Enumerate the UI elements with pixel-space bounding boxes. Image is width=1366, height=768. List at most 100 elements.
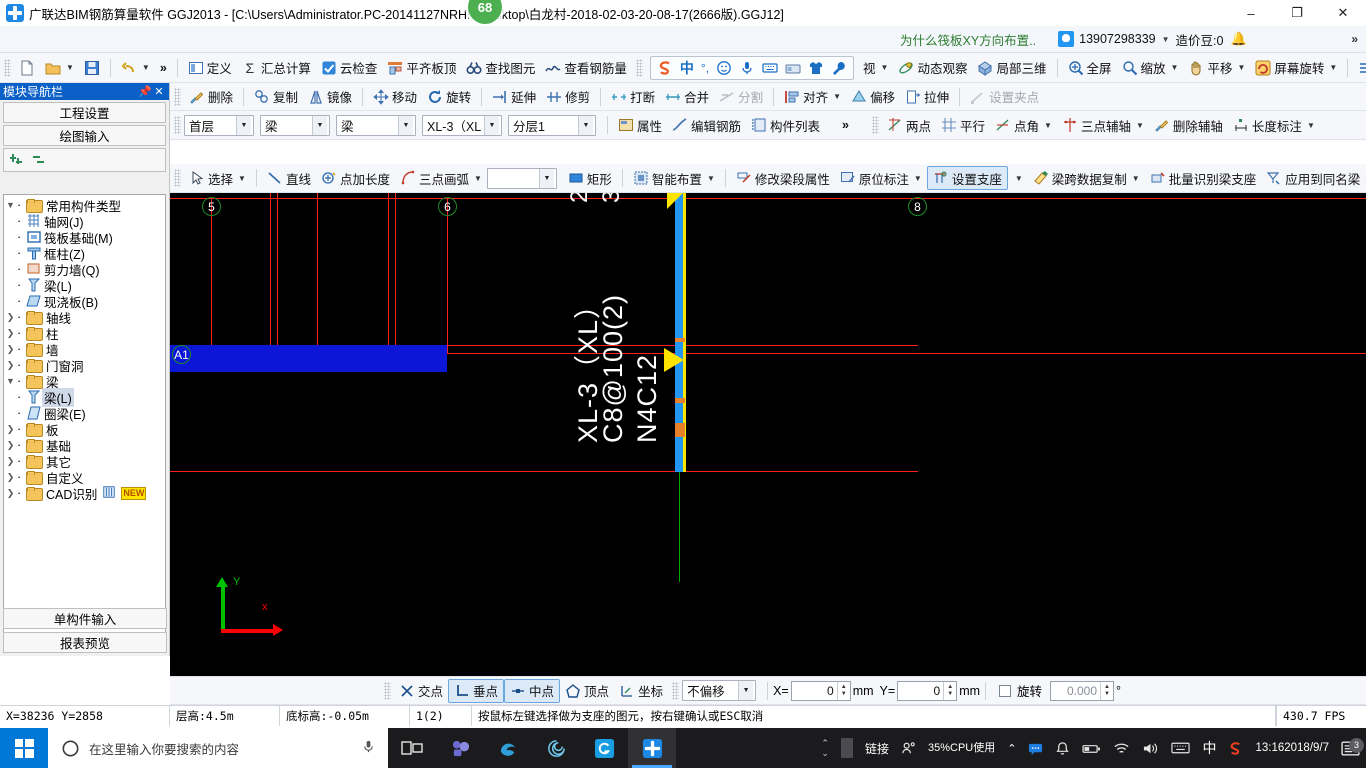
merge-button[interactable]: 合并 (660, 85, 714, 109)
set-support-dropdown[interactable]: ▼ (1008, 166, 1028, 190)
keyboard-icon[interactable] (1165, 741, 1196, 755)
wrench-icon[interactable] (831, 60, 847, 76)
chevron-right-icon[interactable]: ❯ (4, 312, 17, 323)
chevron-down-icon[interactable]: ▼ (1132, 174, 1140, 183)
layer-select[interactable]: 分层1 ▼ (508, 114, 596, 136)
parallel-axis-button[interactable]: 平行 (936, 113, 990, 137)
cloud-check-button[interactable]: 云检查 (316, 56, 383, 80)
task-view-button[interactable] (388, 728, 436, 768)
sogou-s-icon[interactable] (657, 60, 673, 76)
rotate-input[interactable]: 0.000 ▲ ▼ (1050, 680, 1115, 701)
chevron-down-icon[interactable]: ▼ (1044, 121, 1052, 130)
tree-node-foundation[interactable]: ❯ · 基础 (4, 437, 165, 454)
project-settings-button[interactable]: 工程设置 (3, 102, 166, 123)
save-button[interactable] (79, 56, 105, 80)
ime-toolbar[interactable]: 中 °, (649, 55, 855, 80)
toolbar-grip[interactable] (174, 87, 181, 106)
chevron-down-icon[interactable]: ▼ (66, 63, 74, 72)
chevron-down-icon[interactable]: ▼ (474, 174, 482, 183)
axis-bubble-A1[interactable]: A1 (172, 345, 191, 364)
chevron-down-icon[interactable]: ▼ (738, 681, 754, 700)
report-preview-button[interactable]: 报表预览 (3, 632, 167, 653)
cortana-mic-icon[interactable] (361, 739, 376, 757)
card-icon[interactable] (785, 60, 801, 76)
chevron-down-icon[interactable]: ▼ (1237, 63, 1245, 72)
chevron-down-icon[interactable]: ▼ (1307, 121, 1315, 130)
x-offset-input[interactable]: 0 ▲ ▼ (790, 680, 851, 701)
tree-node-column[interactable]: ❯ · 柱 (4, 325, 165, 342)
edit-beam-segment-button[interactable]: 修改梁段属性 (731, 166, 835, 190)
expand-all-icon[interactable] (10, 152, 26, 168)
offset-button[interactable]: 偏移 (846, 85, 900, 109)
properties-button[interactable]: 属性 (613, 113, 667, 137)
two-point-axis-button[interactable]: 两点 (882, 113, 936, 137)
length-dimension-button[interactable]: 长度标注 ▼ (1228, 113, 1320, 137)
smart-layout-button[interactable]: 智能布置 ▼ (628, 166, 720, 190)
message-icon[interactable] (1022, 741, 1049, 756)
pan-button[interactable]: 平移 ▼ (1183, 56, 1250, 80)
extend-button[interactable]: 延伸 (487, 85, 541, 109)
delete-axis-button[interactable]: 删除辅轴 (1149, 113, 1228, 137)
snap-perpendicular-button[interactable]: 垂点 (448, 678, 505, 703)
ime-grip[interactable] (635, 58, 643, 77)
point-angle-button[interactable]: 点角 ▼ (990, 113, 1057, 137)
chevron-down-icon[interactable]: ⌄ (821, 748, 829, 758)
action-center-button[interactable]: 3 (1335, 737, 1366, 757)
set-support-button[interactable]: 设置支座 (926, 166, 1008, 190)
toolbar1-overflow[interactable]: » (155, 56, 172, 80)
undo-button[interactable]: ▼ (116, 56, 155, 80)
ime-lang-label[interactable]: 中 (680, 58, 694, 78)
span-data-copy-button[interactable]: 梁跨数据复制 ▼ (1028, 166, 1145, 190)
start-button[interactable] (0, 728, 48, 768)
rotate-checkbox[interactable] (999, 684, 1012, 697)
maximize-button[interactable]: ❐ (1274, 0, 1320, 26)
copy-button[interactable]: 复制 (249, 85, 303, 109)
chevron-right-icon[interactable]: ❯ (4, 360, 17, 371)
bell-icon[interactable]: 🔔 (1230, 31, 1246, 47)
bell-icon[interactable] (1049, 741, 1076, 756)
selected-beam-element[interactable] (170, 353, 447, 372)
select-floor-button[interactable]: 选择楼层 (1353, 56, 1366, 80)
shirt-icon[interactable] (808, 60, 824, 76)
sogou-icon[interactable] (1222, 741, 1249, 756)
chevron-down-icon[interactable]: ▼ (833, 92, 841, 101)
stretch-button[interactable]: 拉伸 (900, 85, 954, 109)
chevron-down-icon[interactable]: ▼ (1015, 174, 1023, 183)
apply-same-beam-button[interactable]: 应用到同名梁 (1261, 166, 1365, 190)
three-point-axis-button[interactable]: 三点辅轴 ▼ (1057, 113, 1149, 137)
edge-icon[interactable] (484, 728, 532, 768)
find-element-button[interactable]: 查找图元 (461, 56, 540, 80)
tree-node-slab-folder[interactable]: ❯ · 板 (4, 421, 165, 438)
taskbar-clock[interactable]: 13:16 2018/9/7 (1249, 741, 1335, 755)
battery-icon[interactable] (1076, 741, 1107, 756)
chevron-down-icon[interactable]: ▼ (538, 168, 554, 188)
set-grip-point-button[interactable]: 设置夹点 (965, 85, 1044, 109)
y-offset-spinner[interactable]: ▲ ▼ (943, 681, 956, 700)
break-button[interactable]: 打断 (606, 85, 660, 109)
x-offset-spinner[interactable]: ▲ ▼ (836, 681, 850, 700)
ime-cn-icon[interactable]: 中 (1196, 738, 1222, 758)
snap-midpoint-button[interactable]: 中点 (504, 678, 561, 703)
chevron-down-icon[interactable]: ▼ (236, 115, 251, 135)
point-length-button[interactable]: 点加长度 (316, 166, 395, 190)
cpu-usage-indicator[interactable]: 35% CPU使用 (922, 742, 1001, 755)
toolbar-grip[interactable] (174, 116, 181, 134)
ime-punct-label[interactable]: °, (701, 61, 709, 75)
rotate-spinner[interactable]: ▲ ▼ (1100, 681, 1113, 700)
zoom-button[interactable]: 缩放 ▼ (1117, 56, 1184, 80)
taskbar-search[interactable]: 在这里输入你要搜索的内容 (48, 728, 388, 768)
tree-node-shear-wall[interactable]: · 剪力墙(Q) (4, 261, 165, 278)
toolbar-grip[interactable] (4, 58, 11, 77)
chevron-down-icon[interactable]: ▼ (1162, 35, 1170, 44)
tray-link-label[interactable]: 链接 (859, 740, 895, 757)
tree-node-axis-lines[interactable]: ❯ · 轴线 (4, 309, 165, 326)
chevron-down-icon[interactable]: ▼ (312, 115, 327, 135)
chevron-down-icon[interactable]: ▼ (238, 174, 246, 183)
category-select[interactable]: 梁 ▼ (260, 114, 330, 136)
snap-intersection-button[interactable]: 交点 (394, 679, 448, 703)
pin-icon[interactable]: 📌 (138, 85, 152, 98)
split-button[interactable]: 分割 (714, 85, 768, 109)
chevron-right-icon[interactable]: ❯ (4, 440, 17, 451)
chevron-down-icon[interactable]: ▼ (4, 376, 17, 386)
mirror-button[interactable]: 镜像 (303, 85, 357, 109)
